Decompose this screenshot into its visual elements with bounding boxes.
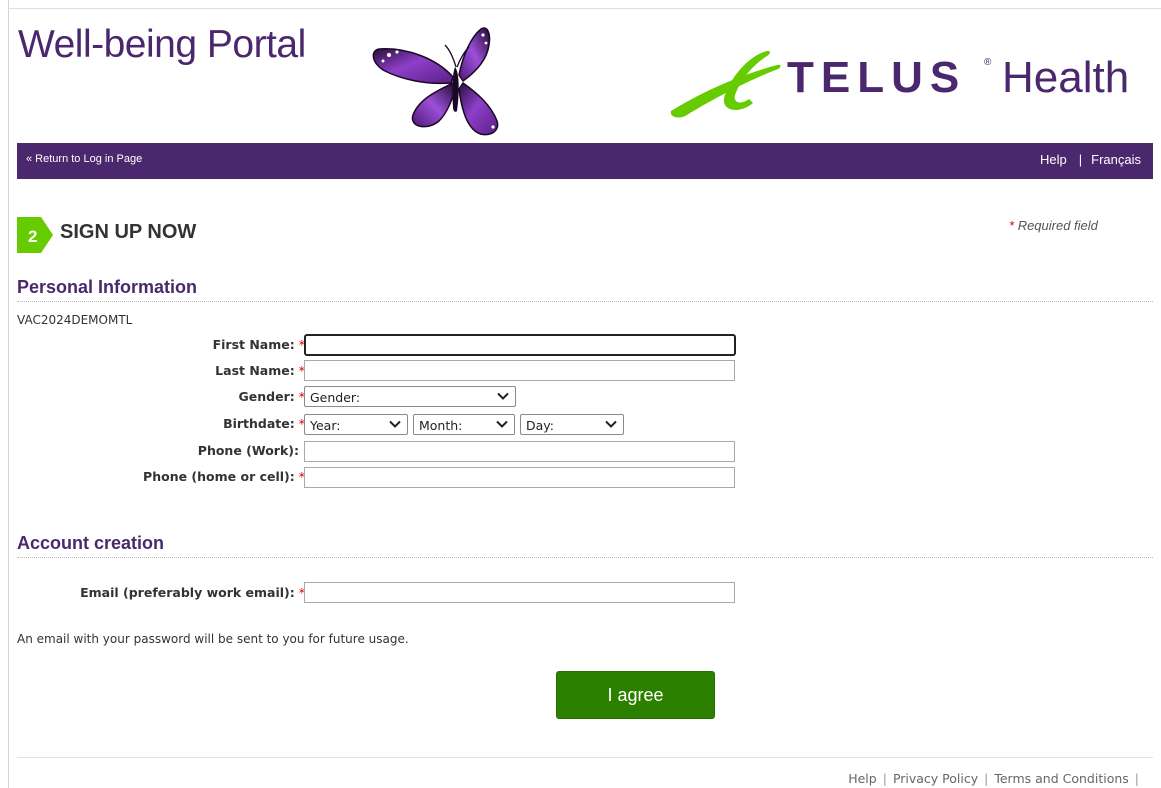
birth-month-select[interactable]: Month:: [413, 414, 515, 435]
i-agree-button[interactable]: I agree: [556, 671, 715, 719]
birth-year-select[interactable]: Year:: [304, 414, 408, 435]
birth-year-value: Year:: [310, 418, 341, 433]
registration-code: VAC2024DEMOMTL: [17, 313, 133, 327]
portal-title: Well-being Portal: [18, 23, 306, 66]
step-number: 2: [28, 227, 37, 246]
first-name-label-text: First Name:: [212, 337, 295, 352]
personal-info-rule: [17, 301, 1153, 302]
step-arrow-badge: 2: [17, 217, 53, 253]
chevron-down-icon: [497, 392, 509, 400]
telus-health-logo: TELUS ® Health: [667, 43, 1147, 123]
footer-separator: |: [882, 771, 887, 786]
top-nav-bar: « Return to Log in Page Help | Français: [17, 143, 1153, 179]
first-name-label: First Name: *: [213, 337, 305, 352]
gender-label: Gender: *: [239, 389, 305, 404]
footer-separator: |: [984, 771, 989, 786]
health-wordmark: Health: [1002, 53, 1130, 102]
birthdate-label: Birthdate: *: [223, 416, 305, 431]
footer-privacy-link[interactable]: Privacy Policy: [893, 771, 978, 786]
return-to-login-link[interactable]: « Return to Log in Page: [26, 153, 142, 165]
last-name-label-text: Last Name:: [215, 363, 295, 378]
telus-wordmark: TELUS: [787, 53, 967, 102]
required-star: *: [1009, 218, 1015, 233]
required-field-note: * Required field: [1009, 218, 1098, 233]
required-note-text: Required field: [1017, 218, 1098, 233]
gender-label-text: Gender:: [238, 389, 295, 404]
first-name-input[interactable]: [304, 334, 736, 356]
nav-separator: |: [1078, 152, 1083, 167]
phone-work-label: Phone (Work):: [197, 443, 299, 458]
phone-work-input[interactable]: [304, 441, 735, 462]
gender-select-value: Gender:: [310, 390, 361, 405]
telus-swoosh-icon: [670, 50, 781, 118]
footer-help-link[interactable]: Help: [848, 771, 877, 786]
birth-day-select[interactable]: Day:: [520, 414, 624, 435]
last-name-label: Last Name: *: [215, 363, 305, 378]
footer-separator: |: [1134, 771, 1139, 786]
account-creation-rule: [17, 557, 1153, 558]
email-input[interactable]: [304, 582, 735, 603]
step-title: SIGN UP NOW: [60, 221, 197, 243]
birth-day-value: Day:: [526, 418, 554, 433]
phone-home-label-text: Phone (home or cell):: [143, 469, 295, 484]
gender-select[interactable]: Gender:: [304, 386, 516, 407]
last-name-input[interactable]: [304, 360, 735, 381]
chevron-down-icon: [605, 420, 617, 428]
chevron-down-icon: [496, 420, 508, 428]
phone-home-label: Phone (home or cell): *: [143, 469, 305, 484]
footer-divider: [17, 757, 1153, 758]
footer-links: Help | Privacy Policy | Terms and Conditions…: [848, 771, 1145, 786]
frame-left-border: [8, 0, 9, 788]
nav-right-links: Help | Français: [1040, 152, 1141, 167]
registered-mark: ®: [984, 57, 992, 68]
account-creation-heading: Account creation: [17, 533, 165, 553]
birthdate-label-text: Birthdate:: [223, 416, 295, 431]
personal-info-heading: Personal Information: [17, 277, 198, 297]
nav-help-link[interactable]: Help: [1040, 152, 1067, 167]
nav-language-link[interactable]: Français: [1091, 152, 1141, 167]
site-header: Well-being Portal TELUS ® Health: [17, 9, 1153, 142]
footer-terms-link[interactable]: Terms and Conditions: [994, 771, 1128, 786]
phone-home-input[interactable]: [304, 467, 735, 488]
chevron-down-icon: [389, 420, 401, 428]
email-label-text: Email (preferably work email):: [80, 585, 295, 600]
password-email-note: An email with your password will be sent…: [17, 632, 409, 646]
birth-month-value: Month:: [419, 418, 463, 433]
email-label: Email (preferably work email): *: [80, 585, 305, 600]
butterfly-logo: [372, 27, 499, 136]
